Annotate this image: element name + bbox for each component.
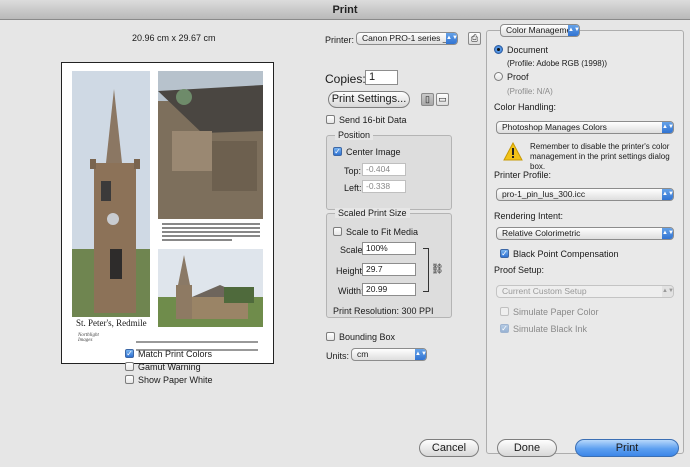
height-label: Height: <box>336 266 365 276</box>
black-point-compensation-label: Black Point Compensation <box>513 249 619 259</box>
color-handling-value: Photoshop Manages Colors <box>502 122 607 132</box>
rendering-intent-value: Relative Colorimetric <box>502 228 581 238</box>
portrait-orientation-icon[interactable]: ▯ <box>421 93 434 106</box>
preview-page: St. Peter's, Redmile Northlight Images <box>72 71 263 357</box>
link-chain-icon[interactable]: ⛓ <box>431 264 444 275</box>
rendering-intent-label: Rendering Intent: <box>494 211 564 221</box>
printer-profile-label: Printer Profile: <box>494 170 552 180</box>
gamut-warning-checkbox[interactable] <box>125 362 134 371</box>
proof-profile-label: (Profile: N/A) <box>507 87 553 96</box>
chevron-updown-icon: ▲▼ <box>662 286 673 297</box>
gamut-warning-label: Gamut Warning <box>138 362 201 372</box>
chevron-updown-icon: ▲▼ <box>568 25 579 36</box>
black-point-compensation-checkbox[interactable]: ✓ <box>500 249 509 258</box>
show-paper-white-checkbox[interactable] <box>125 375 134 384</box>
proof-label: Proof <box>507 72 529 82</box>
window-title: Print <box>0 0 690 20</box>
preview-artwork <box>72 71 263 351</box>
center-image-checkbox[interactable]: ✓ <box>333 147 342 156</box>
paper-size-label: 20.96 cm x 29.67 cm <box>132 33 216 43</box>
top-field[interactable]: -0.404 <box>362 163 406 176</box>
send-16bit-checkbox[interactable] <box>326 115 335 124</box>
height-field[interactable]: 29.7 <box>362 263 416 276</box>
simulate-black-ink-checkbox[interactable]: ✓ <box>500 324 509 333</box>
link-bracket <box>423 248 429 292</box>
printer-profile-popup[interactable]: pro-1_pin_lus_300.icc ▲▼ <box>496 188 674 201</box>
show-paper-white-label: Show Paper White <box>138 375 213 385</box>
scale-to-fit-checkbox[interactable] <box>333 227 342 236</box>
left-label: Left: <box>344 183 362 193</box>
print-dialog: 20.96 cm x 29.67 cm St. Peter's, Redmile… <box>0 20 690 467</box>
scaled-print-size-title: Scaled Print Size <box>335 208 410 218</box>
printer-value: Canon PRO-1 series _0... <box>362 33 458 43</box>
match-print-colors-label: Match Print Colors <box>138 349 213 359</box>
proof-setup-label: Proof Setup: <box>494 265 545 275</box>
logo-image: Northlight Images <box>78 333 108 343</box>
printer-label: Printer: <box>325 35 355 45</box>
chevron-updown-icon: ▲▼ <box>662 189 673 200</box>
bounding-box-label: Bounding Box <box>339 332 396 342</box>
proof-setup-popup[interactable]: Current Custom Setup ▲▼ <box>496 285 674 298</box>
printer-profile-value: pro-1_pin_lus_300.icc <box>502 189 586 199</box>
caption-title: St. Peter's, Redmile <box>76 318 147 328</box>
chevron-updown-icon: ▲▼ <box>415 349 426 360</box>
color-management-popup[interactable]: Color Management ▲▼ <box>500 24 580 37</box>
simulate-paper-color-label: Simulate Paper Color <box>513 307 599 317</box>
left-field[interactable]: -0.338 <box>362 180 406 193</box>
width-field[interactable]: 20.99 <box>362 283 416 296</box>
color-handling-label: Color Handling: <box>494 102 557 112</box>
chevron-updown-icon: ▲▼ <box>446 33 457 44</box>
top-label: Top: <box>344 166 362 176</box>
print-button[interactable]: Print <box>575 439 679 457</box>
print-resolution-label: Print Resolution: 300 PPI <box>333 306 434 316</box>
units-label: Units: <box>326 351 350 361</box>
document-profile-label: (Profile: Adobe RGB (1998)) <box>507 59 608 68</box>
width-label: Width: <box>338 286 364 296</box>
chevron-updown-icon: ▲▼ <box>662 122 673 133</box>
chevron-updown-icon: ▲▼ <box>662 228 673 239</box>
scale-field[interactable]: 100% <box>362 242 416 255</box>
cancel-button[interactable]: Cancel <box>419 439 479 457</box>
copies-label: Copies: <box>325 72 366 86</box>
printer-setup-icon[interactable]: ⎙ <box>468 32 481 45</box>
print-settings-button[interactable]: Print Settings... <box>328 91 410 108</box>
print-preview: St. Peter's, Redmile Northlight Images <box>61 62 274 364</box>
landscape-orientation-icon[interactable]: ▭ <box>436 93 449 106</box>
units-value: cm <box>357 349 369 359</box>
proof-radio[interactable] <box>494 72 503 81</box>
position-title: Position <box>335 130 374 140</box>
rendering-intent-popup[interactable]: Relative Colorimetric ▲▼ <box>496 227 674 240</box>
simulate-black-ink-label: Simulate Black Ink <box>513 324 588 334</box>
scale-to-fit-label: Scale to Fit Media <box>346 227 419 237</box>
color-handling-popup[interactable]: Photoshop Manages Colors ▲▼ <box>496 121 674 134</box>
copies-field[interactable]: 1 <box>365 70 398 85</box>
send-16bit-label: Send 16-bit Data <box>339 115 407 125</box>
document-radio[interactable] <box>494 45 503 54</box>
warning-icon <box>503 142 523 161</box>
printer-popup[interactable]: Canon PRO-1 series _0... ▲▼ <box>356 32 458 45</box>
units-popup[interactable]: cm ▲▼ <box>351 348 427 361</box>
document-label: Document <box>507 45 549 55</box>
simulate-paper-color-checkbox[interactable] <box>500 307 509 316</box>
center-image-label: Center Image <box>346 147 401 157</box>
logo-text: Northlight Images <box>78 333 99 343</box>
proof-setup-value: Current Custom Setup <box>502 286 587 296</box>
bounding-box-checkbox[interactable] <box>326 332 335 341</box>
color-warning-text: Remember to disable the printer's color … <box>530 142 670 171</box>
match-print-colors-checkbox[interactable]: ✓ <box>125 349 134 358</box>
done-button[interactable]: Done <box>497 439 557 457</box>
